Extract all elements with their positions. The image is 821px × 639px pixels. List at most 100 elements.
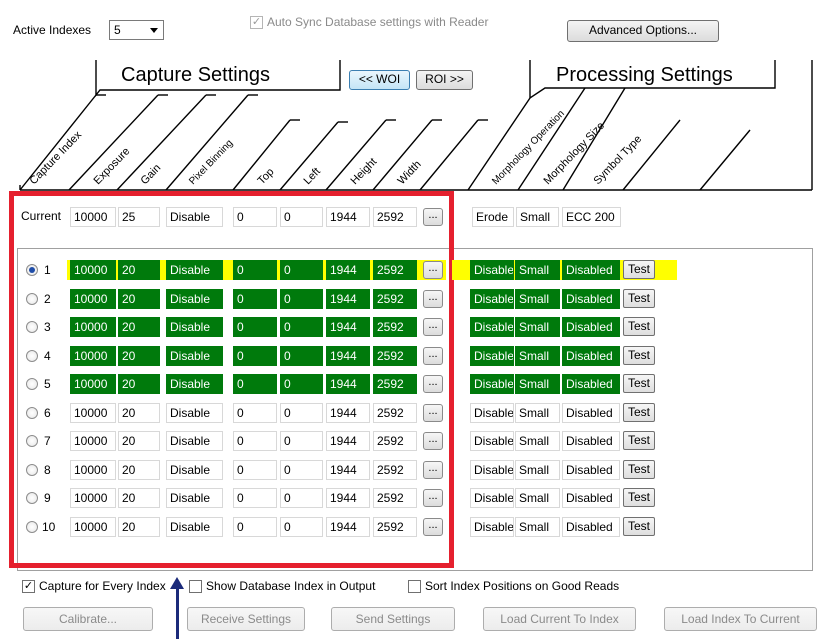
send-settings-button[interactable]: Send Settings [331, 607, 455, 631]
row-top-field[interactable]: 0 [233, 459, 277, 480]
row-height-field[interactable]: 1944 [326, 317, 370, 337]
row-browse-button[interactable]: ... [423, 375, 443, 393]
row-top-field[interactable]: 0 [233, 260, 277, 280]
row-radio-9[interactable] [26, 492, 38, 504]
row-radio-2[interactable] [26, 292, 38, 305]
row-symbol-type-field[interactable]: Disabled [562, 488, 620, 508]
row-test-button[interactable]: Test [623, 516, 655, 536]
row-browse-button[interactable]: ... [423, 517, 443, 536]
row-width-field[interactable]: 2592 [373, 374, 417, 394]
row-test-button[interactable]: Test [623, 317, 655, 336]
row-binning-field[interactable]: Disable [166, 317, 223, 337]
row-morph-op-field[interactable]: Disable [470, 488, 514, 508]
row-morph-op-field[interactable]: Disable [470, 431, 514, 451]
row-left-field[interactable]: 0 [280, 317, 323, 337]
row-radio-4[interactable] [26, 349, 38, 362]
row-left-field[interactable]: 0 [280, 374, 323, 394]
row-left-field[interactable]: 0 [280, 488, 323, 508]
row-binning-field[interactable]: Disable [166, 459, 223, 480]
row-exposure-field[interactable]: 10000 [70, 516, 116, 537]
row-top-field[interactable]: 0 [233, 402, 277, 423]
row-test-button[interactable]: Test [623, 488, 655, 507]
row-symbol-type-field[interactable]: Disabled [562, 345, 620, 366]
current-gain-field[interactable]: 25 [118, 207, 160, 227]
row-width-field[interactable]: 2592 [373, 345, 417, 366]
row-symbol-type-field[interactable]: Disabled [562, 288, 620, 309]
row-left-field[interactable]: 0 [280, 459, 323, 480]
row-test-button[interactable]: Test [623, 459, 655, 479]
row-browse-button[interactable]: ... [423, 289, 443, 308]
row-top-field[interactable]: 0 [233, 431, 277, 451]
row-radio-8[interactable] [26, 463, 38, 476]
row-morph-size-field[interactable]: Small [515, 260, 560, 280]
current-exposure-field[interactable]: 10000 [70, 207, 116, 227]
row-top-field[interactable]: 0 [233, 516, 277, 537]
row-left-field[interactable]: 0 [280, 431, 323, 451]
row-exposure-field[interactable]: 10000 [70, 345, 116, 366]
current-morph-size-field[interactable]: Small [516, 207, 559, 227]
row-radio-6[interactable] [26, 406, 38, 419]
row-gain-field[interactable]: 20 [118, 317, 160, 337]
row-gain-field[interactable]: 20 [118, 374, 160, 394]
row-morph-size-field[interactable]: Small [515, 516, 560, 537]
row-test-button[interactable]: Test [623, 431, 655, 450]
row-morph-size-field[interactable]: Small [515, 488, 560, 508]
row-test-button[interactable]: Test [623, 402, 655, 422]
row-symbol-type-field[interactable]: Disabled [562, 260, 620, 280]
row-symbol-type-field[interactable]: Disabled [562, 516, 620, 537]
row-width-field[interactable]: 2592 [373, 260, 417, 280]
row-morph-op-field[interactable]: Disable [470, 288, 514, 309]
row-height-field[interactable]: 1944 [326, 402, 370, 423]
row-left-field[interactable]: 0 [280, 288, 323, 309]
row-morph-size-field[interactable]: Small [515, 402, 560, 423]
row-symbol-type-field[interactable]: Disabled [562, 374, 620, 394]
row-top-field[interactable]: 0 [233, 488, 277, 508]
row-symbol-type-field[interactable]: Disabled [562, 317, 620, 337]
current-browse-button[interactable]: ... [423, 208, 443, 226]
row-symbol-type-field[interactable]: Disabled [562, 459, 620, 480]
row-test-button[interactable]: Test [623, 374, 655, 393]
row-gain-field[interactable]: 20 [118, 402, 160, 423]
row-test-button[interactable]: Test [623, 260, 655, 279]
row-exposure-field[interactable]: 10000 [70, 459, 116, 480]
row-browse-button[interactable]: ... [423, 261, 443, 279]
row-width-field[interactable]: 2592 [373, 402, 417, 423]
row-radio-3[interactable] [26, 321, 38, 333]
load-index-to-current-button[interactable]: Load Index To Current [664, 607, 817, 631]
row-gain-field[interactable]: 20 [118, 516, 160, 537]
row-height-field[interactable]: 1944 [326, 345, 370, 366]
woi-button[interactable]: << WOI [349, 70, 410, 90]
row-binning-field[interactable]: Disable [166, 488, 223, 508]
row-binning-field[interactable]: Disable [166, 516, 223, 537]
roi-button[interactable]: ROI >> [416, 70, 473, 90]
capture-every-index-checkbox[interactable]: ✓ [22, 580, 35, 593]
row-width-field[interactable]: 2592 [373, 288, 417, 309]
row-morph-op-field[interactable]: Disable [470, 516, 514, 537]
row-height-field[interactable]: 1944 [326, 260, 370, 280]
current-binning-field[interactable]: Disable [166, 207, 223, 227]
row-morph-op-field[interactable]: Disable [470, 402, 514, 423]
show-db-index-checkbox[interactable] [189, 580, 202, 593]
row-morph-size-field[interactable]: Small [515, 317, 560, 337]
row-gain-field[interactable]: 20 [118, 260, 160, 280]
row-binning-field[interactable]: Disable [166, 345, 223, 366]
current-left-field[interactable]: 0 [280, 207, 323, 227]
row-test-button[interactable]: Test [623, 345, 655, 365]
row-width-field[interactable]: 2592 [373, 317, 417, 337]
row-test-button[interactable]: Test [623, 288, 655, 308]
row-browse-button[interactable]: ... [423, 432, 443, 450]
row-browse-button[interactable]: ... [423, 489, 443, 507]
calibrate-button[interactable]: Calibrate... [23, 607, 153, 631]
receive-settings-button[interactable]: Receive Settings [187, 607, 305, 631]
row-exposure-field[interactable]: 10000 [70, 488, 116, 508]
row-width-field[interactable]: 2592 [373, 431, 417, 451]
current-top-field[interactable]: 0 [233, 207, 277, 227]
row-exposure-field[interactable]: 10000 [70, 374, 116, 394]
row-morph-op-field[interactable]: Disable [470, 459, 514, 480]
row-left-field[interactable]: 0 [280, 260, 323, 280]
row-binning-field[interactable]: Disable [166, 374, 223, 394]
row-binning-field[interactable]: Disable [166, 431, 223, 451]
row-width-field[interactable]: 2592 [373, 516, 417, 537]
current-width-field[interactable]: 2592 [373, 207, 417, 227]
row-radio-10[interactable] [26, 520, 38, 533]
